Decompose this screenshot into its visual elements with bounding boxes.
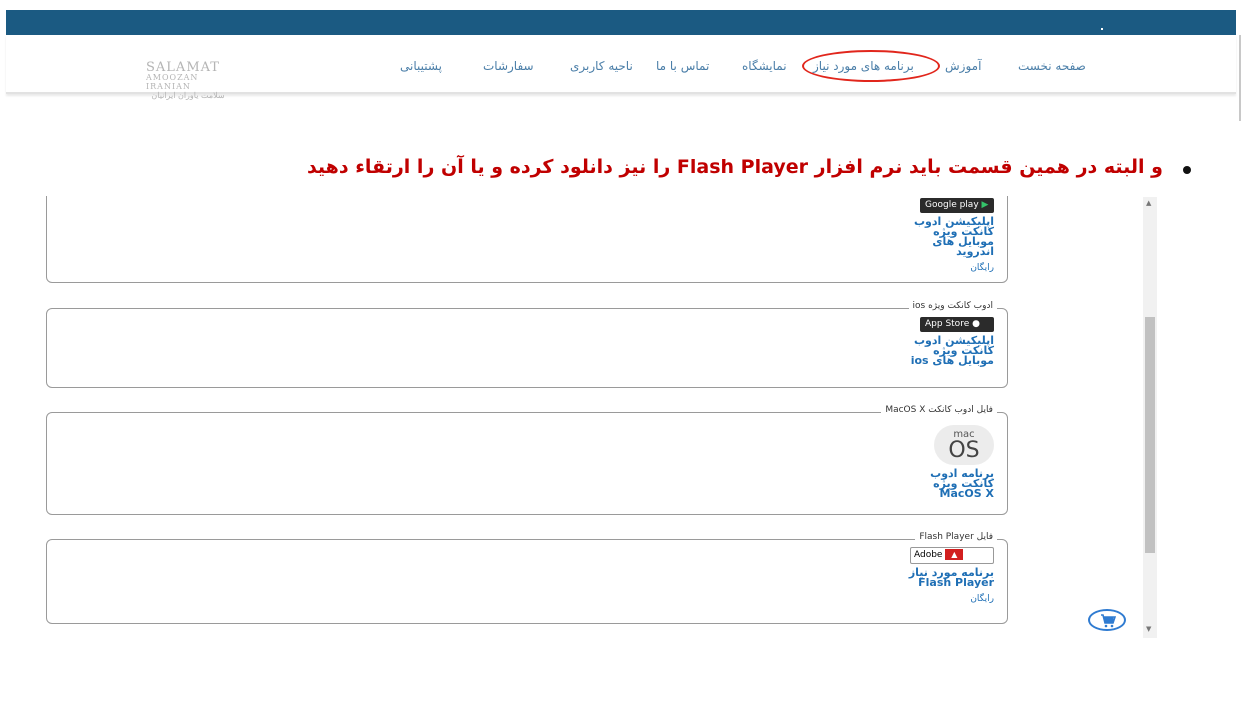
bullet-icon (1183, 166, 1191, 174)
header-dot (1101, 28, 1103, 30)
flash-app-title[interactable]: برنامه مورد نیاز Flash Player (908, 567, 994, 588)
nav-support[interactable]: پشتیبانی (400, 59, 442, 73)
macos-icon[interactable]: mac OS (934, 425, 994, 465)
app-store-badge[interactable]: ● App Store (920, 317, 994, 332)
android-app-price: رایگان (970, 263, 994, 273)
nav-contact[interactable]: تماس با ما (656, 59, 709, 73)
scrollbar-thumb[interactable] (1145, 317, 1155, 553)
nav-home[interactable]: صفحه نخست (1018, 59, 1086, 73)
macos-app-title[interactable]: برنامه ادوب کانکت ویژه MacOS X (908, 468, 994, 499)
android-download-box: ▶ Google play اپلیکیشن ادوب کانکت ویژه م… (46, 196, 1008, 283)
google-play-label: Google play (925, 200, 979, 210)
ios-box-legend: ادوب کانکت ویژه ios (908, 301, 997, 311)
downloads-panel: ▶ Google play اپلیکیشن ادوب کانکت ویژه م… (0, 196, 1160, 638)
shopping-cart-button[interactable] (1088, 609, 1126, 631)
scroll-up-icon[interactable]: ▲ (1146, 199, 1151, 207)
android-app-item[interactable]: ▶ Google play اپلیکیشن ادوب کانکت ویژه م… (908, 198, 994, 273)
shopping-cart-icon (1101, 614, 1116, 628)
flash-app-item[interactable]: ▲ Adobe برنامه مورد نیاز Flash Player را… (908, 547, 994, 604)
instruction-heading: و البته در همین قسمت باید نرم افزار Flas… (306, 156, 1163, 178)
scroll-down-icon[interactable]: ▼ (1146, 625, 1151, 633)
nav-education[interactable]: آموزش (945, 59, 981, 73)
google-play-badge[interactable]: ▶ Google play (920, 198, 994, 213)
macos-download-box: فایل ادوب کانکت MacOS X mac OS برنامه اد… (46, 405, 1008, 515)
highlight-circle (802, 50, 940, 82)
adobe-label: Adobe (914, 550, 943, 560)
apple-icon: ● (972, 319, 980, 329)
ios-app-title[interactable]: اپلیکیشن ادوب کانکت ویژه موبایل های ios (908, 335, 994, 366)
ios-download-box: ادوب کانکت ویژه ios ● App Store اپلیکیشن… (46, 301, 1008, 388)
nav-orders[interactable]: سفارشات (483, 59, 534, 73)
top-header-bar (6, 10, 1236, 35)
logo-persian-text: سلامت یاوران ایرانیان (151, 91, 225, 100)
macos-box-legend: فایل ادوب کانکت MacOS X (881, 405, 997, 415)
logo-subtext: AMOOZAN IRANIAN (146, 73, 199, 91)
nav-exhibition[interactable]: نمایشگاه (742, 59, 787, 73)
macos-app-item[interactable]: mac OS برنامه ادوب کانکت ویژه MacOS X (908, 425, 994, 499)
ios-app-item[interactable]: ● App Store اپلیکیشن ادوب کانکت ویژه موب… (908, 317, 994, 366)
flash-app-price: رایگان (970, 594, 994, 604)
app-store-label: App Store (925, 319, 970, 329)
site-logo[interactable]: SALAMAT AMOOZAN IRANIAN سلامت یاوران ایر… (146, 61, 230, 100)
flash-box-legend: فایل Flash Player (915, 532, 997, 542)
macos-icon-os: OS (948, 438, 980, 463)
window-edge-line (1239, 35, 1241, 121)
adobe-icon: ▲ (945, 549, 964, 560)
android-app-title[interactable]: اپلیکیشن ادوب کانکت ویژه موبایل های اندر… (908, 216, 994, 257)
panel-scrollbar[interactable]: ▲ ▼ (1143, 197, 1157, 638)
nav-user-area[interactable]: ناحیه کاربری (570, 59, 633, 73)
google-play-icon: ▶ (981, 200, 989, 210)
flash-download-box: فایل Flash Player ▲ Adobe برنامه مورد نی… (46, 532, 1008, 624)
adobe-badge[interactable]: ▲ Adobe (910, 547, 994, 564)
